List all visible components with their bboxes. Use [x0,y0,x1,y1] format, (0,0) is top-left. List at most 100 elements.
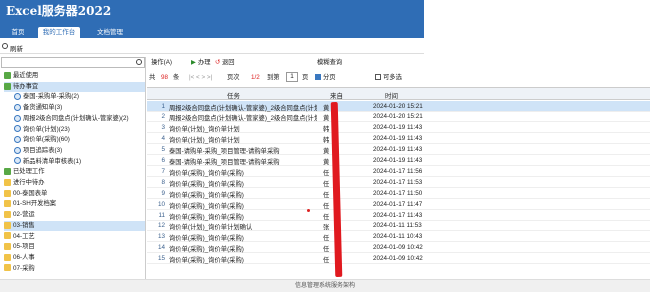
sidebar-item[interactable]: 07-采购 [4,264,145,274]
sidebar-item[interactable]: 00-泰国表单 [4,189,145,199]
sidebar-item-label: 01-SH开发档案 [13,200,57,208]
row-number: 4 [161,135,165,143]
sidebar-item[interactable]: 02-营运 [4,210,145,220]
banner-blank [424,0,650,38]
row-number: 13 [157,233,165,241]
page-unit: 页 [302,74,309,81]
folder-icon [4,189,11,197]
sidebar-item[interactable]: 询价单(计划)(23) [14,125,145,135]
grid-header: 任务 来自 时间 [147,88,650,100]
folder-icon [4,210,11,218]
table-row[interactable]: 11 询价单(采购)_询价单(采购) 任 2024-01-17 11:43 [147,210,650,221]
row-number: 10 [157,200,165,208]
sidebar-item[interactable]: 进行中待办 [4,178,145,188]
task-cell: 询价单(采购)_询价单(采购) [169,246,244,254]
task-cell: 泰国-请购单-采购_项目管理-请购单采购 [169,159,280,166]
sidebar-item[interactable]: 已处理工作 [4,167,145,177]
list-icon [4,82,11,90]
page-label: 页次 [227,74,240,81]
sidebar-item-label: 备货通知单(3) [23,104,63,112]
footer: 信息管理系统服务架构 [0,279,650,292]
sidebar-item[interactable]: 待办事宜 [4,81,145,92]
sidebar-item[interactable]: 05-项目 [4,242,145,252]
goto-page-input[interactable]: 1 [286,72,298,82]
sidebar-item[interactable]: 06-人事 [4,253,145,263]
multi-select-toggle[interactable]: 可多选 [375,73,402,83]
time-cell: 2024-01-17 11:43 [373,211,423,219]
table-row[interactable]: 9 询价单(采购)_询价单(采购) 任 2024-01-17 11:50 [147,188,650,199]
tab-workbench[interactable]: 我的工作台 [38,27,80,38]
table-row[interactable]: 5 泰国-请购单-采购_项目管理-请购单采购黄 2024-01-19 11:43 [147,145,650,156]
paging-toggle[interactable]: 分页 [315,73,336,83]
task-cell: 询价单(采购)_询价单(采购) [169,180,244,188]
form-icon [14,93,21,101]
sidebar-search-input[interactable] [1,57,145,68]
table-row[interactable]: 4 询价单(计划)_询价单计划韩 2024-01-19 11:43 [147,134,650,145]
sidebar-item-label: 04-工艺 [13,232,35,240]
time-cell: 2024-01-17 11:47 [373,200,423,208]
refresh-button[interactable]: 刷新 [10,43,23,53]
search-icon[interactable] [136,59,142,65]
list-icon [4,71,11,79]
task-cell: 询价单(采购)_询价单(采购) [169,257,244,265]
sidebar-item[interactable]: 04-工艺 [4,232,145,242]
sidebar-item[interactable]: 备货通知单(3) [14,103,145,113]
task-cell: 询价单(采购)_询价单(采购) [169,202,244,210]
task-cell: 周报2级合同盘点(计划确认-管家婆)_2级合同盘点(计划确认 [169,104,317,112]
table-row[interactable]: 2 周报2级合同盘点(计划确认-管家婆)_2级合同盘点(计划确认黄 2024-01-… [147,112,650,123]
table-row[interactable]: 7 询价单(采购)_询价单(采购) 任 2024-01-17 11:56 [147,166,650,177]
table-row[interactable]: 8 询价单(采购)_询价单(采购) 任 2024-01-17 11:53 [147,177,650,188]
main-pane: 操作(A) ▶ 办理 ↺ 退回 模糊查询 共 98 条 |< < > >| 页次… [147,57,650,279]
sidebar-item[interactable]: 泰国-采购单-采购(2) [14,92,145,102]
form-icon [14,157,21,165]
sidebar-item[interactable]: 新品料清单审核表(1) [14,157,145,167]
sidebar-item[interactable]: 周报2级合同盘点(计划确认-管家婆)(2) [14,114,145,124]
sidebar-item[interactable]: 询价单(采购)(60) [14,135,145,145]
multi-checkbox[interactable] [375,74,381,81]
sidebar-item-label: 02-营运 [13,211,35,219]
sidebar-item[interactable]: 项目追踪表(3) [14,146,145,156]
col-from[interactable]: 来自 [330,90,343,100]
table-row[interactable]: 15 询价单(采购)_询价单(采购) 任 2024-01-09 10:42 [147,254,650,265]
sidebar-item[interactable]: 最近使用 [4,71,145,81]
table-row[interactable]: 14 询价单(采购)_询价单(采购) 任 2024-01-09 10:42 [147,243,650,254]
total-prefix: 共 [149,74,156,81]
sidebar-item-label: 05-项目 [13,243,35,251]
sidebar-item[interactable]: 03-销售 [4,220,145,231]
table-row[interactable]: 10 询价单(采购)_询价单(采购) 任 2024-01-17 11:47 [147,199,650,210]
table-row[interactable]: 13 询价单(采购)_询价单(采购) 任 2024-01-11 10:43 [147,232,650,243]
task-cell: 询价单(采购)_询价单(采购) [169,191,244,199]
goto-label: 到第 [267,74,280,81]
table-row[interactable]: 3 询价单(计划)_询价单计划韩 2024-01-19 11:43 [147,123,650,134]
total-suffix: 条 [173,74,180,81]
list-icon [4,168,11,176]
time-cell: 2024-01-17 11:53 [373,178,423,186]
table-row[interactable]: 6 泰国-请购单-采购_项目管理-请购单采购黄 2024-01-19 11:43 [147,156,650,166]
sidebar-item-label: 新品料清单审核表(1) [23,157,82,165]
sidebar-item-label: 周报2级合同盘点(计划确认-管家婆)(2) [23,114,129,122]
pager-nav-icons[interactable]: |< < > >| [189,73,212,83]
table-row[interactable]: 12 询价单(计划)_询价单计划确认张 2024-01-11 11:53 [147,221,650,232]
total-count: 98 [161,74,169,81]
time-cell: 2024-01-19 11:43 [373,157,423,164]
tab-home[interactable]: 首页 [4,27,32,38]
task-cell: 周报2级合同盘点(计划确认-管家婆)_2级合同盘点(计划确认 [169,115,317,123]
fuzzy-query-menu[interactable]: 模糊查询 [317,58,342,68]
back-button[interactable]: 退回 [222,58,235,68]
paging-checkbox[interactable] [315,74,321,81]
ops-menu[interactable]: 操作(A) [151,58,172,68]
col-time[interactable]: 时间 [385,90,398,100]
app-title: Excel服务器2022 [6,4,112,18]
row-number: 5 [161,146,165,154]
sidebar-item-label: 03-销售 [13,221,35,229]
sidebar-item-label: 进行中待办 [13,179,45,186]
form-icon [14,136,21,144]
col-task[interactable]: 任务 [227,90,240,100]
sidebar-item[interactable]: 01-SH开发档案 [4,199,145,209]
folder-icon [4,221,11,229]
refresh-icon[interactable] [2,43,8,49]
handle-button[interactable]: 办理 [198,58,211,68]
tab-docs[interactable]: 文档管理 [90,27,130,38]
table-row[interactable]: 1 周报2级合同盘点(计划确认-管家婆)_2级合同盘点(计划确认黄 2024-01-… [147,101,650,112]
time-cell: 2024-01-17 11:50 [373,189,423,197]
